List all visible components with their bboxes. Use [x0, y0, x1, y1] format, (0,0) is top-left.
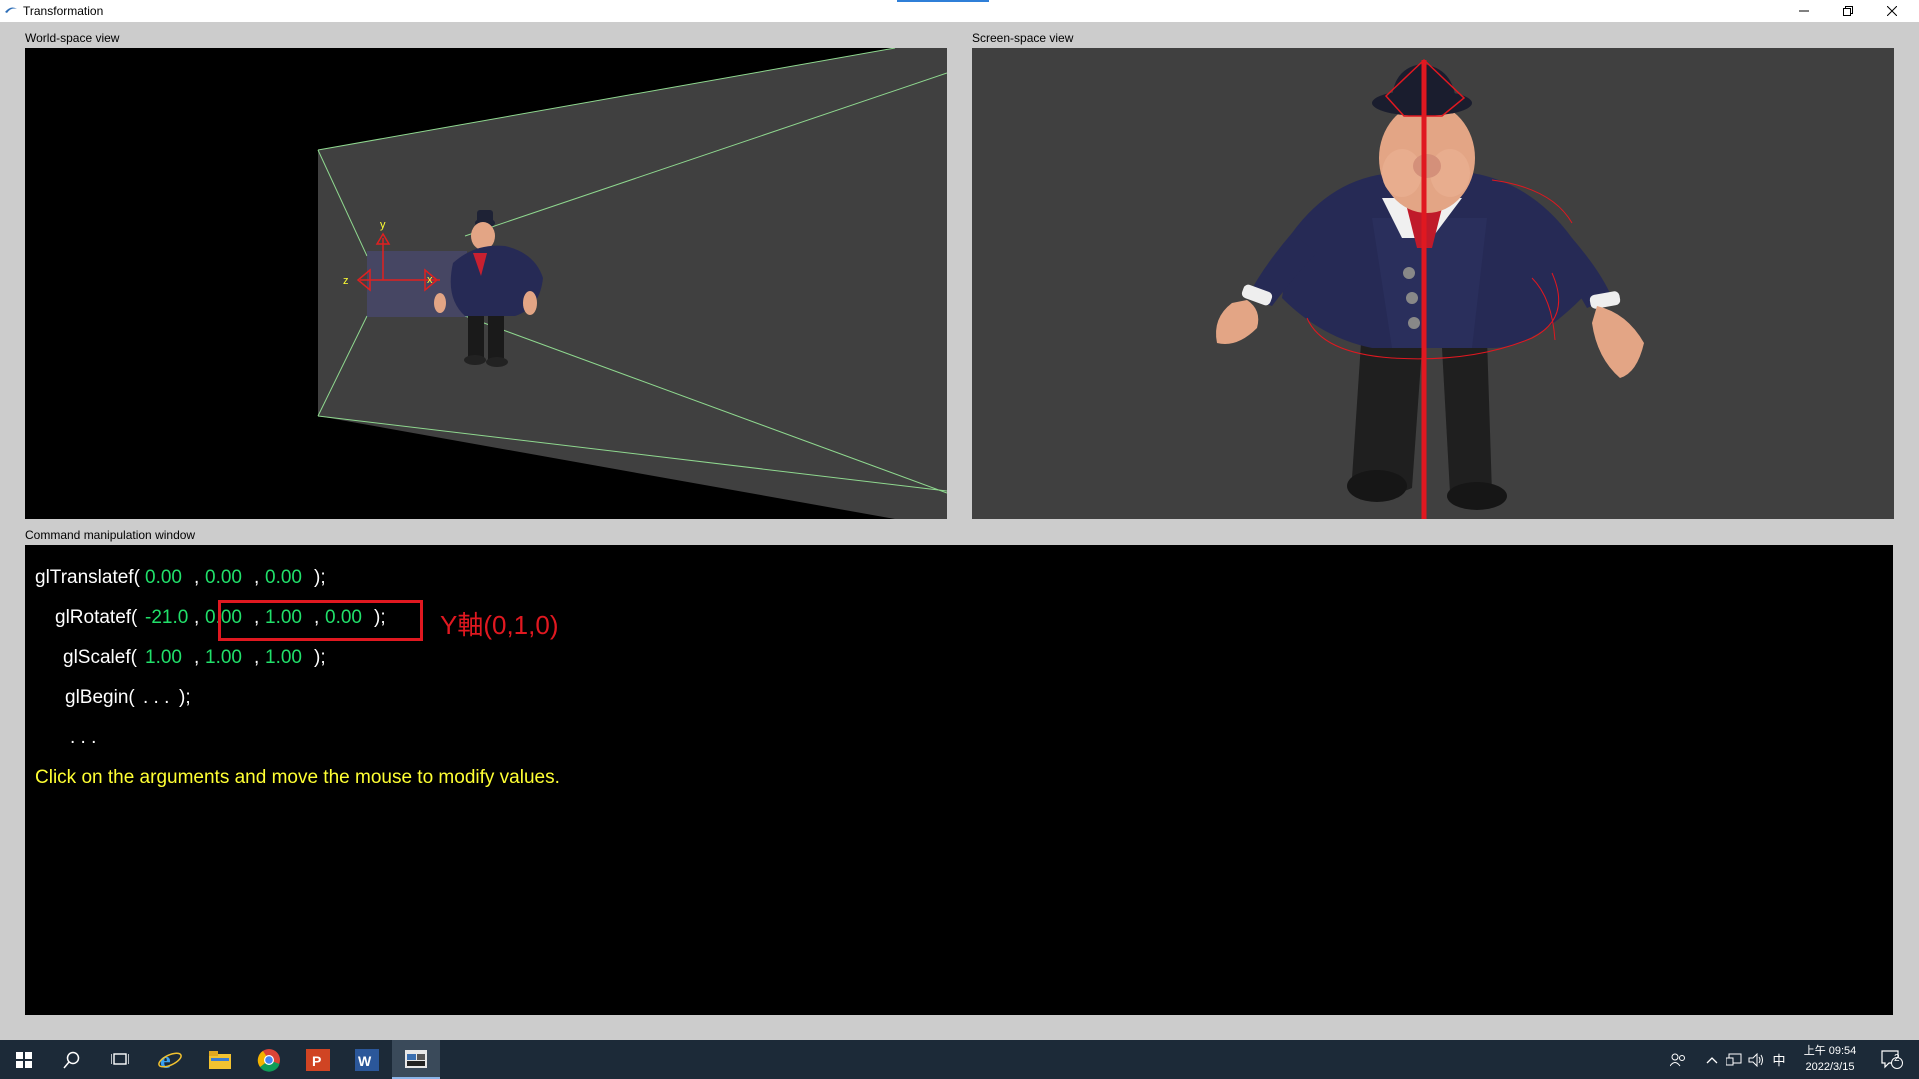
glbegin-args: . . . — [143, 687, 170, 708]
chevron-up-icon — [1706, 1056, 1718, 1063]
character-model-large — [1216, 64, 1644, 510]
focus-indicator — [897, 0, 989, 2]
rotate-arg-angle[interactable]: -21.0 — [145, 607, 188, 629]
volume-button[interactable] — [1746, 1040, 1766, 1079]
axis-z-label: z — [343, 275, 349, 287]
start-button[interactable] — [0, 1040, 48, 1079]
app-window-icon — [405, 1049, 427, 1068]
arg-separator: , — [194, 607, 200, 628]
glscale-function: glScalef( — [63, 647, 137, 668]
command-manipulation-window[interactable]: glTranslatef( 0.00 , 0.00 , 0.00 ); glRo… — [25, 545, 1893, 1015]
statement-end: ); — [314, 567, 326, 588]
arg-separator: , — [194, 567, 200, 588]
system-clock[interactable]: 上午 09:54 2022/3/15 — [1795, 1043, 1865, 1075]
taskbar-edge[interactable]: e — [146, 1040, 194, 1079]
axis-x-label: x — [427, 274, 433, 286]
search-button[interactable] — [48, 1040, 96, 1079]
windows-logo-icon — [16, 1051, 32, 1068]
statement-end: ); — [314, 647, 326, 668]
taskbar-file-explorer[interactable] — [196, 1040, 244, 1079]
translate-arg-x[interactable]: 0.00 — [145, 567, 182, 589]
people-icon — [1670, 1053, 1685, 1066]
translate-arg-z[interactable]: 0.00 — [265, 567, 302, 589]
usage-hint: Click on the arguments and move the mous… — [35, 767, 560, 788]
restore-icon — [1843, 6, 1853, 16]
window-title: Transformation — [23, 4, 104, 18]
word-icon: W — [355, 1048, 379, 1071]
scale-arg-x[interactable]: 1.00 — [145, 647, 182, 669]
network-icon — [1726, 1053, 1742, 1065]
y-axis-annotation: Y軸(0,1,0) — [440, 610, 559, 640]
close-button[interactable] — [1870, 0, 1914, 22]
glrotate-function: glRotatef( — [55, 607, 138, 628]
network-button[interactable] — [1724, 1040, 1744, 1079]
taskbar-powerpoint[interactable]: P — [294, 1040, 342, 1079]
show-hidden-icons-button[interactable] — [1702, 1040, 1722, 1079]
taskbar-chrome[interactable] — [245, 1040, 293, 1079]
statement-end: ); — [179, 687, 191, 708]
svg-text:W: W — [358, 1053, 372, 1069]
chrome-icon — [257, 1048, 280, 1072]
app-icon — [5, 7, 17, 13]
arg-separator: , — [254, 647, 260, 668]
taskbar: e P W 中 上午 09:54 2022/3/15 2 — [0, 1040, 1919, 1079]
gltranslate-function: glTranslatef( — [35, 567, 140, 588]
screen-space-viewport[interactable] — [972, 48, 1894, 519]
ime-indicator[interactable]: 中 — [1768, 1040, 1790, 1079]
axis-highlight-box — [218, 600, 423, 641]
minimize-icon — [1799, 10, 1809, 12]
clock-date: 2022/3/15 — [1805, 1061, 1855, 1073]
internet-explorer-icon: e — [158, 1048, 182, 1072]
translate-arg-y[interactable]: 0.00 — [205, 567, 242, 589]
taskbar-word[interactable]: W — [343, 1040, 391, 1079]
svg-text:P: P — [312, 1053, 321, 1069]
glbegin-function: glBegin( — [65, 687, 135, 708]
folder-icon — [209, 1050, 231, 1069]
world-view-label: World-space view — [25, 31, 120, 45]
taskbar-transformation-app[interactable] — [392, 1040, 440, 1079]
people-button[interactable] — [1665, 1040, 1691, 1079]
action-center-button[interactable]: 2 — [1872, 1040, 1912, 1079]
speaker-icon — [1748, 1052, 1763, 1067]
world-space-viewport[interactable]: y z x — [25, 48, 947, 519]
task-view-icon — [111, 1052, 129, 1065]
search-icon — [63, 1051, 80, 1068]
arg-separator: , — [194, 647, 200, 668]
scale-arg-y[interactable]: 1.00 — [205, 647, 242, 669]
notification-count: 2 — [1894, 1053, 1900, 1064]
scale-arg-z[interactable]: 1.00 — [265, 647, 302, 669]
powerpoint-icon: P — [306, 1048, 330, 1071]
command-window-label: Command manipulation window — [25, 528, 196, 542]
axis-y-label: y — [380, 219, 386, 231]
screen-view-label: Screen-space view — [972, 31, 1074, 45]
restore-button[interactable] — [1826, 0, 1870, 22]
arg-separator: , — [254, 567, 260, 588]
close-icon — [1887, 6, 1897, 16]
task-view-button[interactable] — [96, 1040, 144, 1079]
clock-time: 上午 09:54 — [1803, 1045, 1857, 1057]
title-bar: Transformation — [0, 0, 1919, 22]
minimize-button[interactable] — [1782, 0, 1826, 22]
code-ellipsis: . . . — [70, 727, 97, 748]
